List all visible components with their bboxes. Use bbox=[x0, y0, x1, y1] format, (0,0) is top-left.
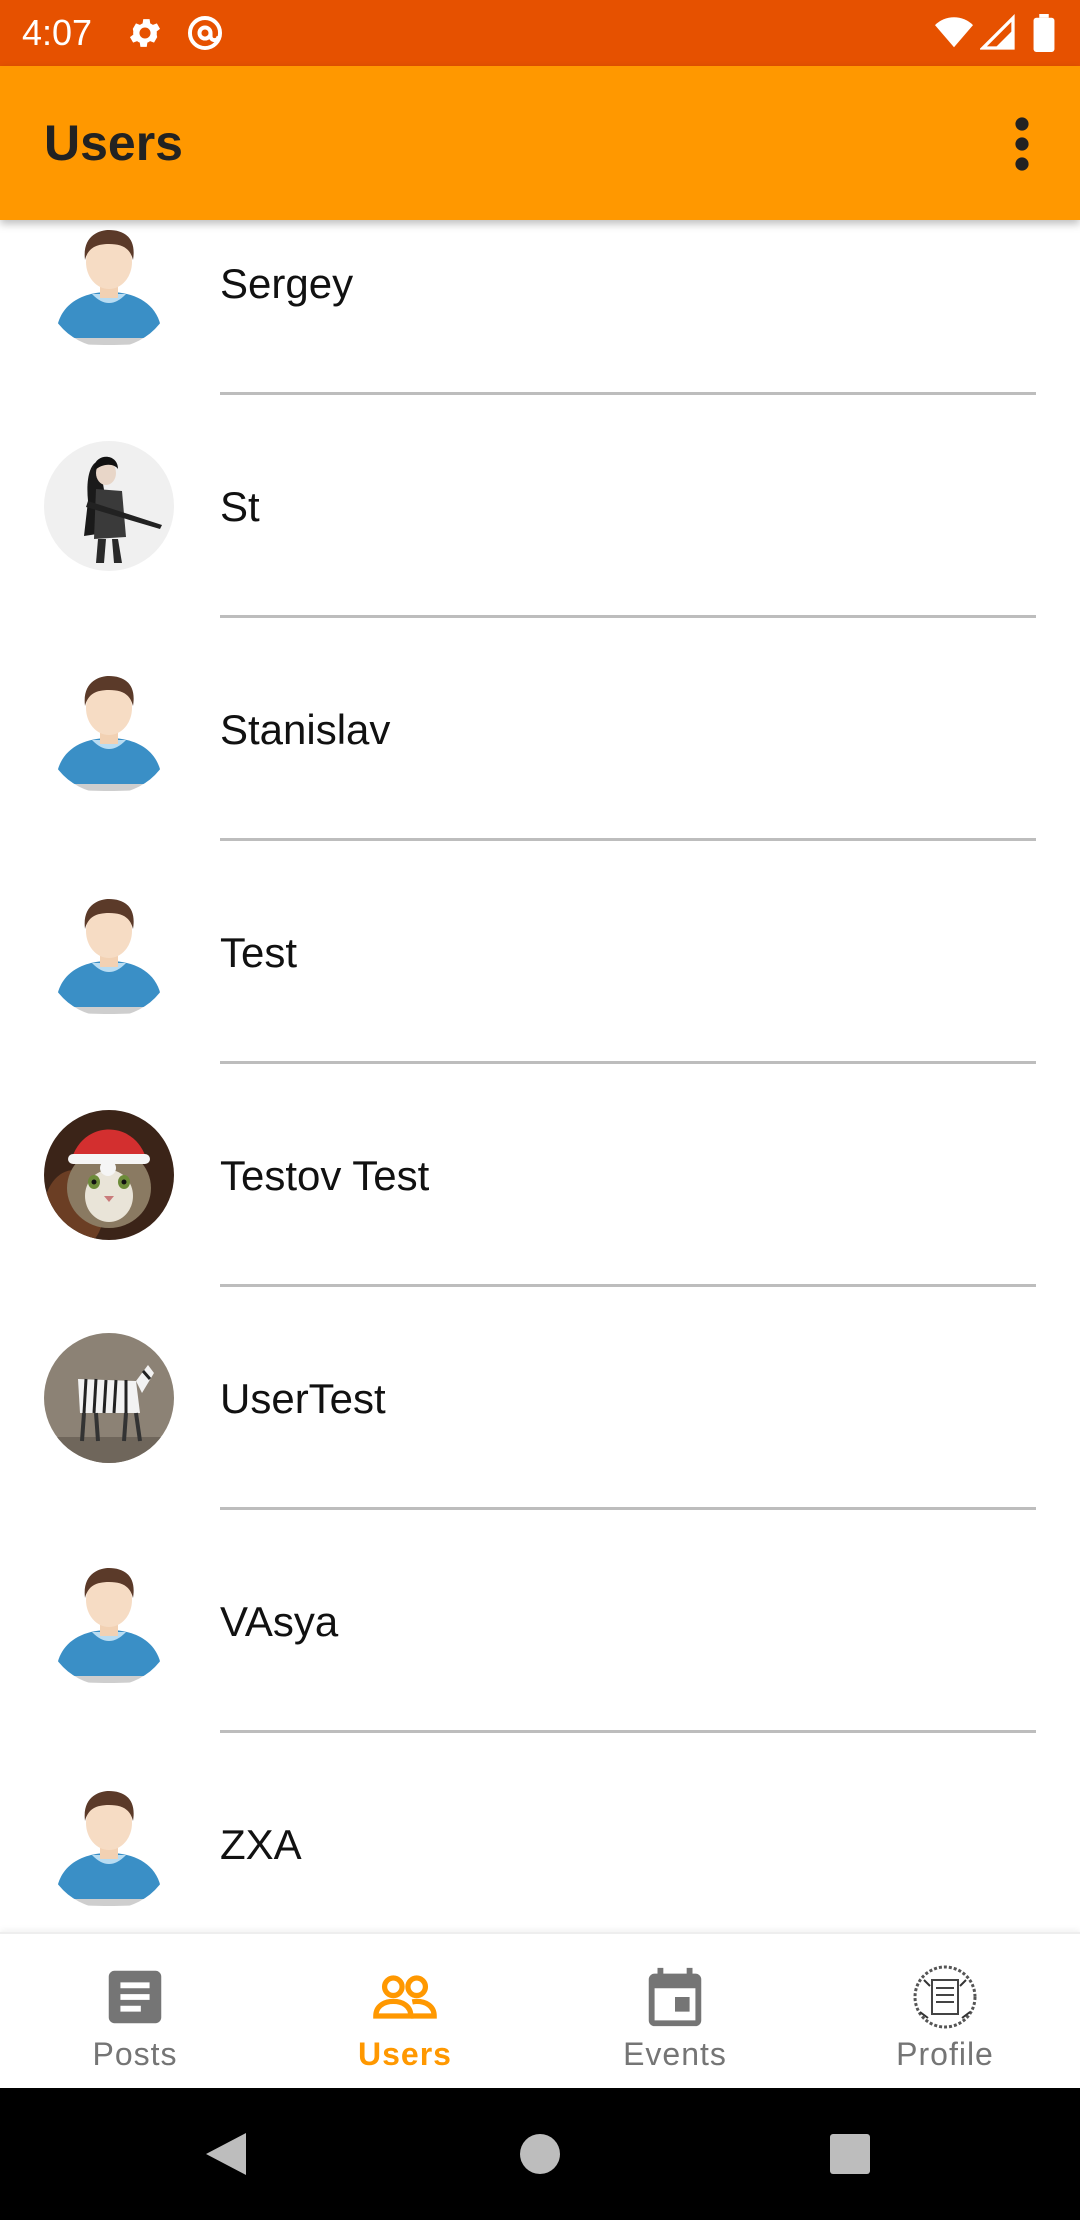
users-screen: 4:07 Users Sergey St Stanislav Test Test… bbox=[0, 0, 1080, 2220]
list-item[interactable]: St bbox=[0, 395, 1080, 618]
list-item[interactable]: UserTest bbox=[0, 1287, 1080, 1510]
back-triangle-icon bbox=[206, 2133, 246, 2175]
overflow-menu-button[interactable] bbox=[984, 106, 1060, 182]
tab-users[interactable]: Users bbox=[270, 1934, 540, 2090]
list-item[interactable]: ZXA bbox=[0, 1733, 1080, 1932]
battery-icon bbox=[1032, 14, 1058, 52]
tab-posts[interactable]: Posts bbox=[0, 1934, 270, 2090]
user-name: Sergey bbox=[220, 260, 354, 307]
system-navigation-bar bbox=[0, 2088, 1080, 2220]
wifi-icon bbox=[934, 14, 973, 52]
cellular-signal-icon bbox=[979, 14, 1018, 52]
default-person-avatar bbox=[44, 1779, 174, 1909]
user-name: Stanislav bbox=[220, 706, 391, 753]
tab-events[interactable]: Events bbox=[540, 1934, 810, 2090]
tab-label: Events bbox=[623, 2036, 727, 2072]
user-name: UserTest bbox=[220, 1375, 386, 1422]
cat-in-santa-hat-photo-avatar bbox=[44, 1110, 174, 1240]
zebra-photo-avatar bbox=[44, 1333, 174, 1463]
status-time: 4:07 bbox=[22, 12, 93, 53]
default-person-avatar bbox=[44, 664, 174, 794]
user-list[interactable]: Sergey St Stanislav Test Testov Test Use… bbox=[0, 220, 1080, 1932]
tab-label: Users bbox=[358, 2036, 452, 2072]
list-item[interactable]: Testov Test bbox=[0, 1064, 1080, 1287]
list-item[interactable]: Stanislav bbox=[0, 618, 1080, 841]
status-bar: 4:07 bbox=[0, 0, 1080, 66]
app-bar: Users bbox=[0, 66, 1080, 220]
user-name: ZXA bbox=[220, 1821, 302, 1868]
tab-label: Profile bbox=[896, 2036, 994, 2072]
tab-label: Posts bbox=[92, 2036, 178, 2072]
tab-profile[interactable]: Profile bbox=[810, 1934, 1080, 2090]
default-person-avatar bbox=[44, 887, 174, 1017]
user-name: Test bbox=[220, 929, 298, 976]
back-button[interactable] bbox=[186, 2114, 266, 2194]
anime-girl-photo-avatar bbox=[44, 441, 174, 571]
home-button[interactable] bbox=[500, 2114, 580, 2194]
settings-gear-icon bbox=[126, 14, 164, 52]
recents-button[interactable] bbox=[810, 2114, 890, 2194]
people-icon bbox=[373, 1975, 437, 2019]
more-vert-icon bbox=[1015, 117, 1029, 171]
user-name: St bbox=[220, 483, 260, 530]
recents-square-icon bbox=[830, 2134, 870, 2174]
list-item[interactable]: Sergey bbox=[0, 220, 1080, 395]
calendar-icon bbox=[648, 1967, 702, 2027]
user-name: VAsya bbox=[220, 1598, 339, 1645]
article-icon bbox=[108, 1970, 162, 2024]
bottom-navigation: Posts Users Events Profile bbox=[0, 1932, 1080, 2090]
list-item[interactable]: VAsya bbox=[0, 1510, 1080, 1733]
default-person-avatar bbox=[44, 1556, 174, 1686]
profile-stamp-avatar bbox=[913, 1965, 977, 2029]
page-title: Users bbox=[44, 115, 183, 171]
list-item[interactable]: Test bbox=[0, 841, 1080, 1064]
at-sign-icon bbox=[186, 14, 224, 52]
home-circle-icon bbox=[520, 2134, 560, 2174]
user-name: Testov Test bbox=[220, 1152, 430, 1199]
default-person-avatar bbox=[44, 220, 174, 348]
